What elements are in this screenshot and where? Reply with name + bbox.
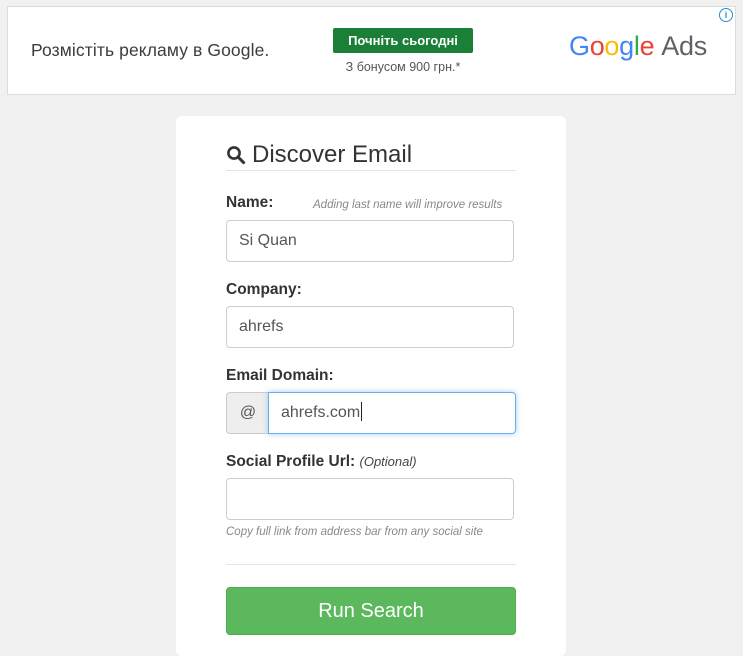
google-ads-banner[interactable]: Розмістіть рекламу в Google. Почніть сьо… [7,6,736,95]
ad-info-icon[interactable]: i [719,8,733,22]
discover-email-card: Discover Email Name: Adding last name wi… [176,116,566,656]
company-label: Company: [226,281,302,298]
name-hint: Adding last name will improve results [313,199,503,211]
page-title: Discover Email [252,141,413,168]
text-caret [361,402,363,421]
name-input[interactable]: Si Quan [226,220,514,262]
ad-bonus-text: З бонусом 900 грн.* [345,60,461,74]
email-domain-value: ahrefs.com [281,404,361,421]
logo-letter: o [604,31,620,61]
divider [226,564,516,565]
logo-letter: G [569,31,590,61]
ad-headline[interactable]: Розмістіть рекламу в Google. [31,40,269,61]
card-header: Discover Email [226,140,516,171]
logo-product: Ads [661,31,707,61]
social-profile-input[interactable] [226,478,514,520]
search-icon [227,146,246,165]
logo-letter: e [639,31,655,61]
optional-tag: (Optional) [359,454,417,469]
social-profile-label: Social Profile Url: (Optional) [226,453,417,471]
run-search-button[interactable]: Run Search [226,587,516,635]
name-label: Name: [226,194,274,211]
email-domain-group: @ ahrefs.com [226,392,516,436]
social-profile-label-text: Social Profile Url: [226,453,356,470]
email-domain-label: Email Domain: [226,367,334,384]
logo-letter: o [589,31,605,61]
ad-start-today-button[interactable]: Почніть сьогодні [333,28,473,53]
email-domain-input[interactable]: ahrefs.com [268,392,516,434]
logo-letter: g [619,31,634,61]
google-ads-logo[interactable]: Google Ads [569,31,707,62]
social-profile-hint: Copy full link from address bar from any… [226,526,483,538]
company-input[interactable]: ahrefs [226,306,514,348]
at-sign-addon: @ [226,392,269,434]
